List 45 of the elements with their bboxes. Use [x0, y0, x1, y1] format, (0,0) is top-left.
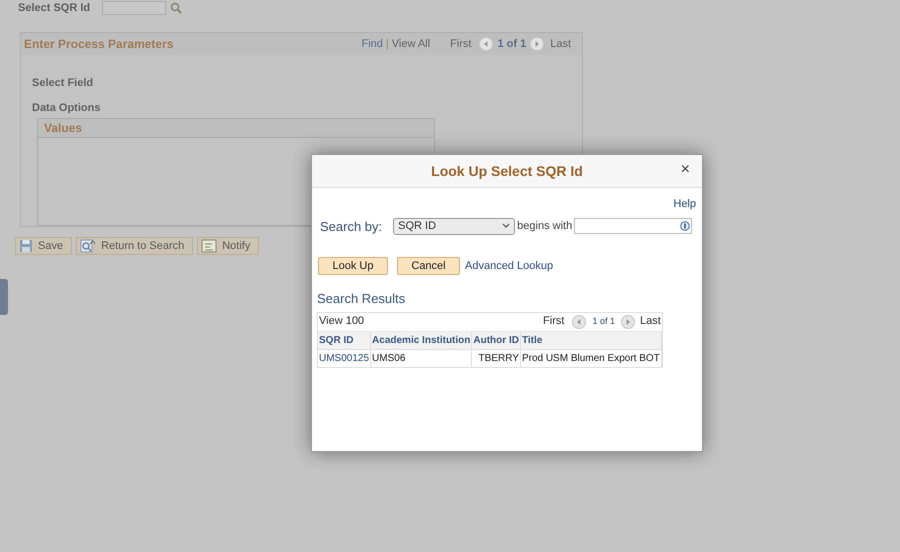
help-link[interactable]: Help: [673, 196, 696, 212]
search-icon[interactable]: [170, 2, 182, 14]
field-label: Data Options: [32, 100, 102, 116]
next-icon[interactable]: [530, 37, 544, 51]
view-all-link[interactable]: View All: [392, 36, 430, 52]
note-icon: [201, 239, 218, 253]
toolbar-button[interactable]: Notify: [197, 237, 260, 255]
search-input-field[interactable]: [574, 218, 692, 234]
table-cell: Prod USM Blumen Export BOT: [520, 350, 662, 366]
advanced-lookup-link[interactable]: Advanced Lookup: [465, 258, 554, 274]
table-cell: TBERRY: [472, 350, 520, 366]
column-header[interactable]: Academic Institution: [370, 332, 472, 350]
dialog-button[interactable]: Cancel: [397, 257, 460, 275]
view-count: View 100: [319, 314, 364, 330]
grid-title: Values: [44, 120, 82, 137]
panel-title: Enter Process Parameters: [24, 36, 174, 53]
page-count: 1 of 1: [497, 36, 526, 52]
results-title: Search Results: [317, 291, 406, 306]
first-link[interactable]: First: [450, 36, 472, 52]
column-header[interactable]: Author ID: [472, 332, 520, 350]
previous-icon[interactable]: [572, 314, 586, 328]
search-by-dropdown[interactable]: SQR ID: [393, 218, 516, 235]
close-button[interactable]: ×: [680, 162, 690, 178]
toolbar-button[interactable]: Save: [15, 237, 72, 255]
chevron-down-icon: [502, 223, 510, 230]
search-by-label: Search by:: [320, 218, 382, 236]
field-label: Select Field: [32, 76, 94, 91]
magnifier-icon: [80, 239, 96, 253]
operator-label: begins with: [517, 219, 572, 234]
dialog-title: Look Up Select SQR Id: [431, 162, 583, 181]
toolbar-button[interactable]: Return to Search: [76, 237, 194, 255]
separator: |: [386, 36, 389, 52]
column-header[interactable]: SQR ID: [318, 332, 371, 350]
side-tab[interactable]: [0, 279, 8, 315]
table-cell: UMS06: [370, 350, 472, 366]
column-header[interactable]: Title: [520, 332, 662, 350]
info-icon[interactable]: [680, 221, 690, 232]
previous-icon[interactable]: [479, 37, 494, 51]
dialog-button[interactable]: Look Up: [318, 257, 388, 275]
last-link[interactable]: Last: [550, 36, 571, 52]
page-count: 1 of 1: [592, 314, 615, 328]
result-link[interactable]: UMS00125: [318, 350, 371, 366]
next-icon[interactable]: [620, 314, 635, 328]
sqr-id-field[interactable]: [102, 1, 166, 15]
field-label: Select SQR Id: [18, 0, 90, 16]
